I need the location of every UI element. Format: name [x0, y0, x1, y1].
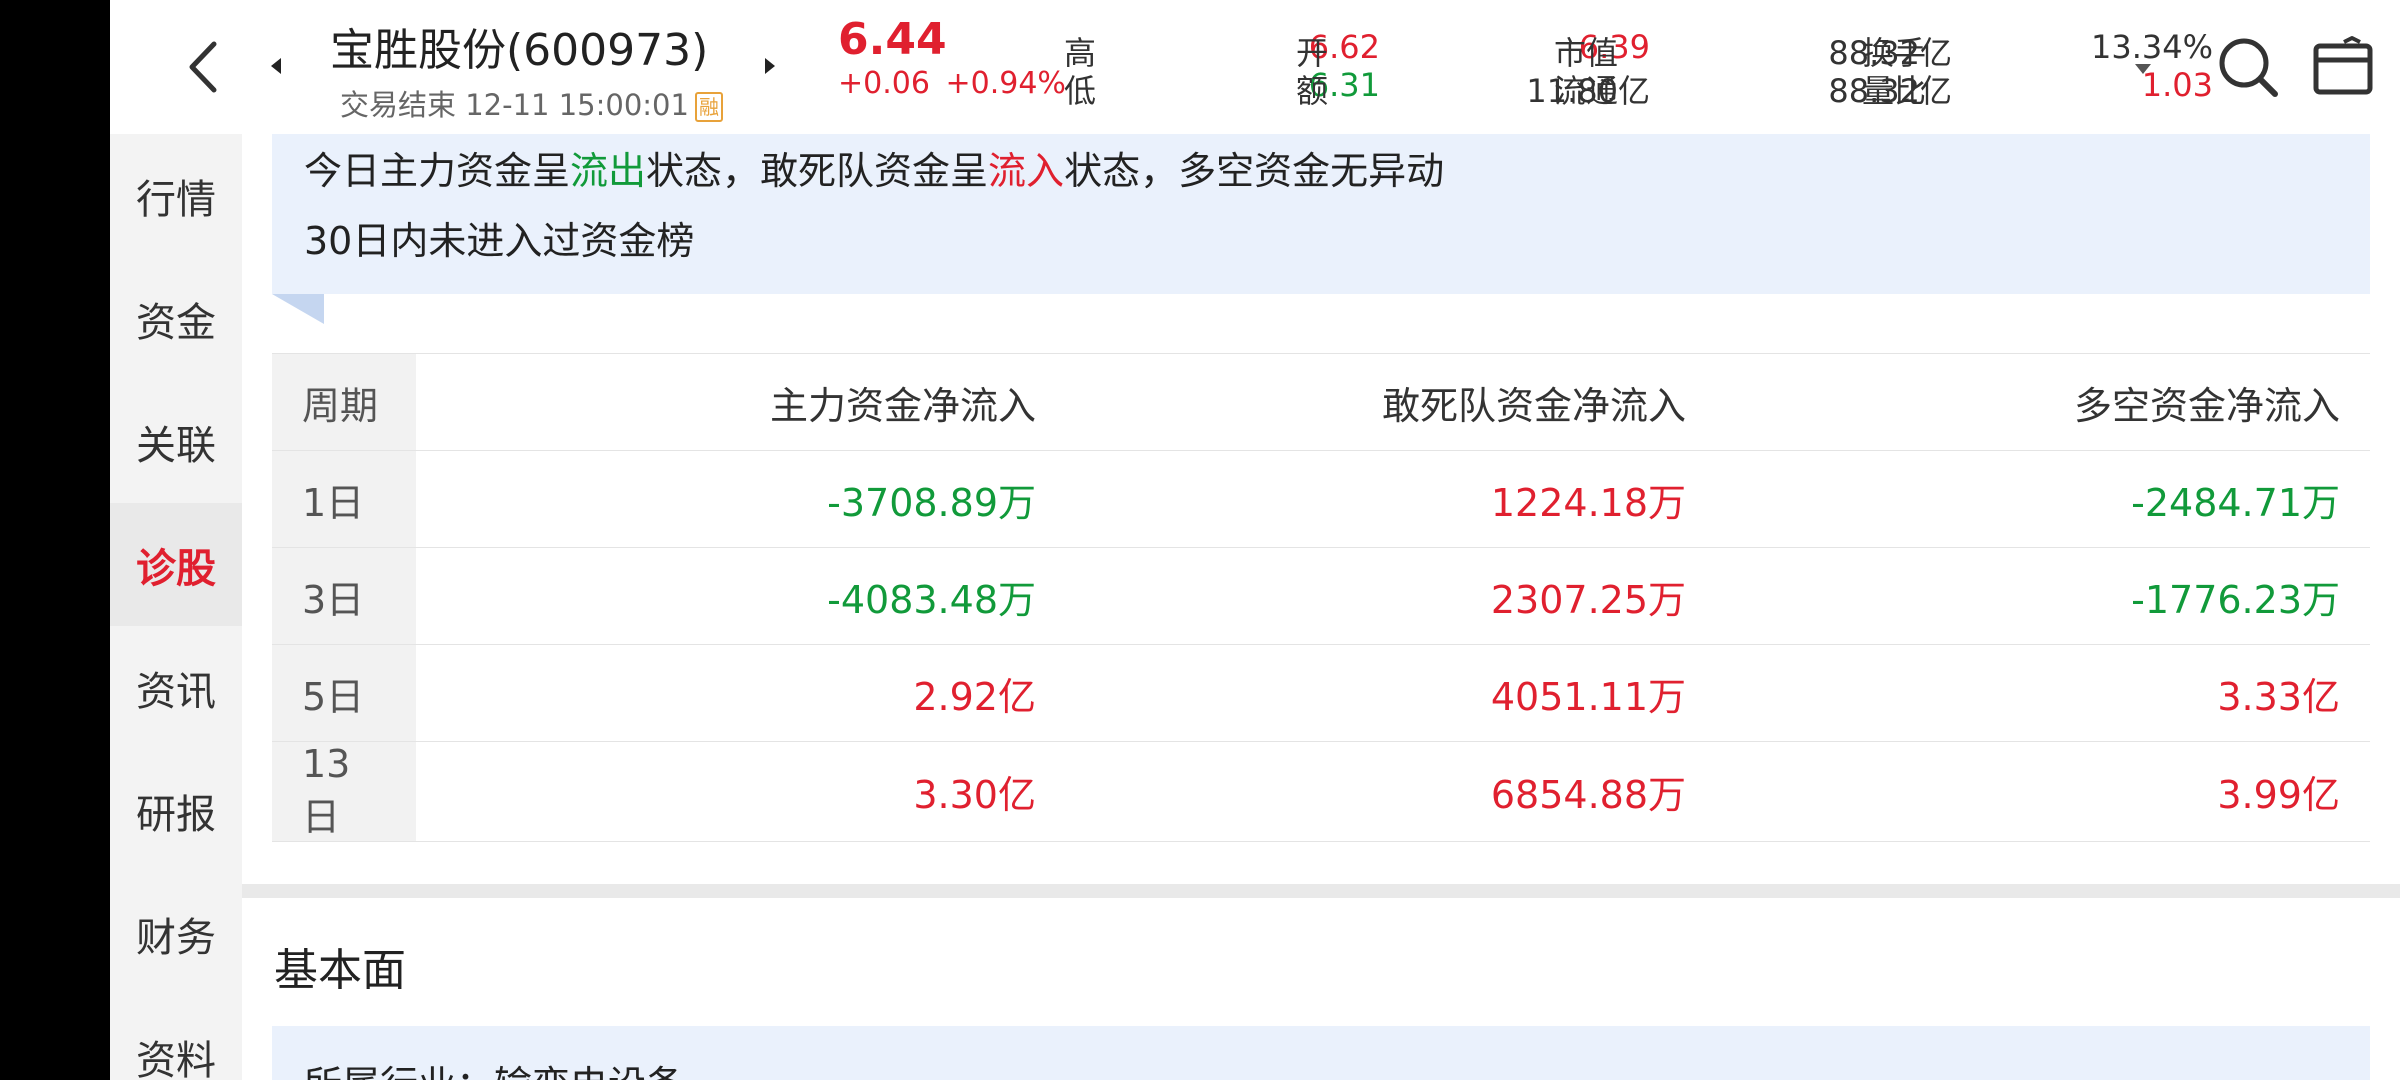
sidebar-item-research[interactable]: 研报 [110, 749, 242, 872]
fund-flow-table: 周期 主力资金净流入 敢死队资金净流入 多空资金净流入 1日 -3708.89万… [272, 353, 2370, 842]
period-cell: 13日 [272, 741, 416, 842]
sidebar-item-finance[interactable]: 财务 [110, 872, 242, 995]
sidebar-item-diagnosis[interactable]: 诊股 [110, 503, 242, 626]
table-row: 13日 3.30亿 6854.88万 3.99亿 [272, 741, 2370, 842]
section-sidebar: 行情 资金 关联 诊股 资讯 研报 财务 资料 [110, 134, 242, 1080]
sidebar-item-label: 资料 [136, 1037, 216, 1080]
summary-text: 今日主力资金呈 [304, 149, 571, 193]
sidebar-item-profile[interactable]: 资料 [110, 995, 242, 1080]
volume-ratio-value: 1.03 [2141, 66, 2213, 104]
industry-text: 所属行业：输变电设备 [304, 1054, 684, 1080]
table-row: 3日 -4083.48万 2307.25万 -1776.23万 [272, 547, 2370, 645]
sidebar-item-label: 诊股 [136, 545, 216, 592]
period-cell: 3日 [272, 547, 416, 645]
back-icon[interactable] [170, 32, 240, 102]
low-label: 低 [1064, 72, 1097, 110]
sidebar-item-label: 行情 [136, 176, 216, 223]
main-flow-cell: -3708.89万 [416, 450, 1066, 548]
price-change: +0.06 +0.94% [838, 66, 1066, 101]
volume-ratio-label: 量比 [1862, 72, 1927, 110]
period-cell: 1日 [272, 450, 416, 548]
table-row: 1日 -3708.89万 1224.18万 -2484.71万 [272, 450, 2370, 548]
column-header-main: 主力资金净流入 [416, 353, 1066, 451]
table-row: 5日 2.92亿 4051.11万 3.33亿 [272, 644, 2370, 742]
dare-flow-cell: 6854.88万 [1066, 741, 1716, 842]
share-icon[interactable] [2308, 32, 2378, 102]
summary-text: 状态，多空资金无异动 [1064, 149, 1445, 193]
longshort-flow-cell: 3.33亿 [1716, 644, 2370, 742]
high-value: 6.62 [1308, 28, 1380, 66]
sidebar-item-label: 资讯 [136, 668, 216, 715]
longshort-flow-cell: 3.99亿 [1716, 741, 2370, 842]
sidebar-item-funds[interactable]: 资金 [110, 257, 242, 380]
main-flow-cell: -4083.48万 [416, 547, 1066, 645]
period-cell: 5日 [272, 644, 416, 742]
column-header-period: 周期 [272, 353, 416, 451]
main-flow-cell: 3.30亿 [416, 741, 1066, 842]
sidebar-item-label: 资金 [136, 299, 216, 346]
amount-label: 额 [1296, 72, 1329, 110]
main-flow-cell: 2.92亿 [416, 644, 1066, 742]
low-value: 6.31 [1308, 66, 1380, 104]
sidebar-item-label: 研报 [136, 791, 216, 838]
sidebar-item-label: 财务 [136, 914, 216, 961]
longshort-flow-cell: -1776.23万 [1716, 547, 2370, 645]
dare-flow-cell: 1224.18万 [1066, 450, 1716, 548]
dare-flow-cell: 2307.25万 [1066, 547, 1716, 645]
callout-corner [272, 294, 324, 324]
float-cap-label: 流通 [1554, 72, 1619, 110]
sidebar-item-news[interactable]: 资讯 [110, 626, 242, 749]
sidebar-item-related[interactable]: 关联 [110, 380, 242, 503]
section-divider [242, 884, 2400, 898]
sidebar-item-quote[interactable]: 行情 [110, 134, 242, 257]
longshort-flow-cell: -2484.71万 [1716, 450, 2370, 548]
next-stock-arrow-icon[interactable] [765, 58, 775, 74]
summary-text: 状态，敢死队资金呈 [646, 149, 989, 193]
trade-status: 交易结束 12-11 15:00:01 融 [340, 82, 723, 124]
dare-flow-cell: 4051.11万 [1066, 644, 1716, 742]
last-price: 6.44 [838, 14, 947, 65]
search-icon[interactable] [2213, 32, 2283, 102]
outflow-text: 流出 [570, 149, 647, 193]
fund-ranking-note: 30日内未进入过资金榜 [304, 219, 695, 263]
table-header-row: 周期 主力资金净流入 敢死队资金净流入 多空资金净流入 [272, 353, 2370, 451]
expand-quote-dropdown-icon[interactable] [2135, 64, 2151, 74]
left-black-bar [0, 0, 110, 1080]
inflow-text: 流入 [988, 149, 1065, 193]
trade-status-text: 交易结束 12-11 15:00:01 [340, 88, 689, 122]
margin-badge: 融 [694, 92, 723, 122]
prev-stock-arrow-icon[interactable] [271, 58, 281, 74]
sidebar-item-label: 关联 [136, 422, 216, 469]
turnover-value: 13.34% [2090, 28, 2213, 66]
column-header-longshort: 多空资金净流入 [1716, 353, 2370, 451]
fund-summary-line: 今日主力资金呈流出状态，敢死队资金呈流入状态，多空资金无异动 [304, 140, 1444, 195]
fundamentals-title: 基本面 [274, 945, 406, 996]
stock-name: 宝胜股份(600973) [330, 25, 709, 76]
industry-box: 所属行业：输变电设备 [272, 1026, 2370, 1080]
column-header-dare: 敢死队资金净流入 [1066, 353, 1716, 451]
quote-header: 宝胜股份(600973) 交易结束 12-11 15:00:01 融 6.44 +… [110, 0, 2400, 134]
diagnosis-content: 今日主力资金呈流出状态，敢死队资金呈流入状态，多空资金无异动 30日内未进入过资… [242, 134, 2400, 1080]
fund-summary-box: 今日主力资金呈流出状态，敢死队资金呈流入状态，多空资金无异动 30日内未进入过资… [272, 134, 2370, 294]
